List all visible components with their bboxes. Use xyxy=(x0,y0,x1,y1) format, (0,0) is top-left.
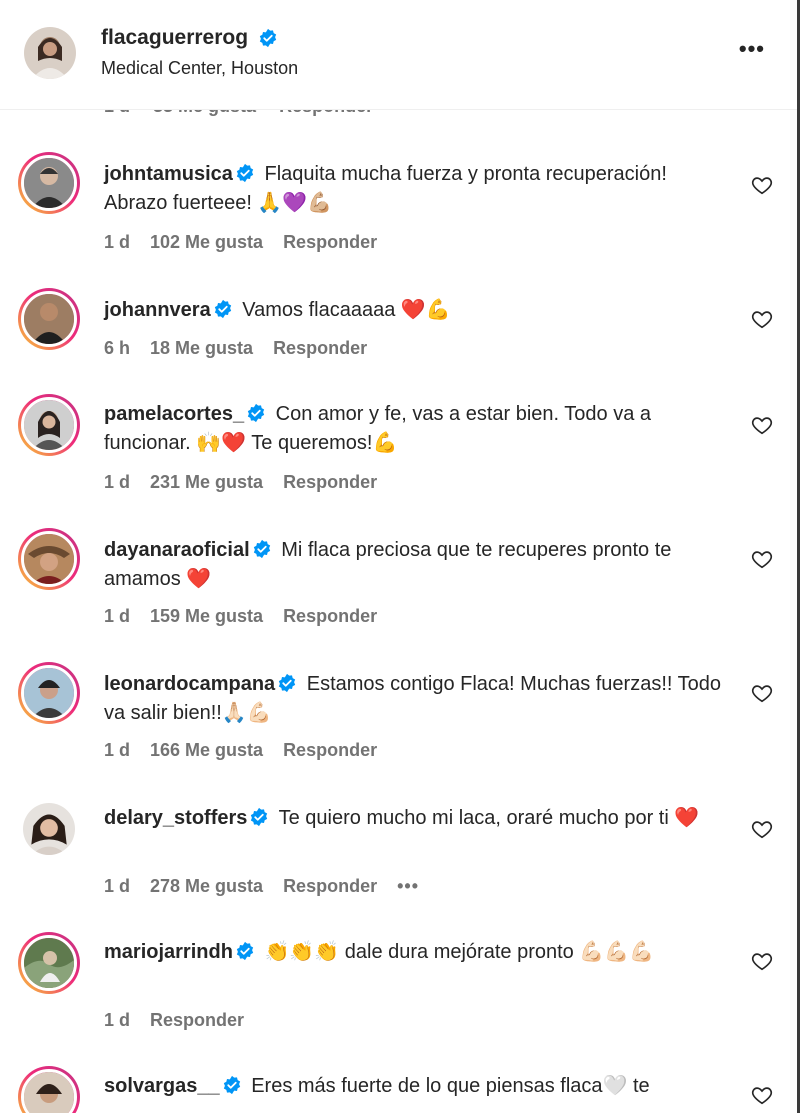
comment-meta: 1 d 159 Me gusta Responder xyxy=(104,606,377,627)
comment-likes[interactable]: 166 Me gusta xyxy=(150,740,263,761)
comment-username[interactable]: mariojarrindh xyxy=(104,941,233,963)
reply-button[interactable]: Responder xyxy=(150,1010,244,1031)
comment-username[interactable]: dayanaraoficial xyxy=(104,539,250,561)
comment-meta: 1 d Responder xyxy=(104,1010,244,1031)
comment-avatar[interactable] xyxy=(18,1066,80,1113)
comment-time[interactable]: 1 d xyxy=(104,232,130,253)
comment-avatar[interactable] xyxy=(18,932,80,994)
author-avatar[interactable] xyxy=(24,27,76,79)
comment-username[interactable]: delary_stoffers xyxy=(104,807,247,829)
verified-badge-icon xyxy=(259,28,277,48)
like-heart-icon[interactable] xyxy=(751,950,773,972)
comment-username[interactable]: solvargas__ xyxy=(104,1075,220,1097)
more-options-button[interactable]: ••• xyxy=(739,36,765,62)
reply-button[interactable]: Responder xyxy=(283,740,377,761)
reply-button[interactable]: Responder xyxy=(273,338,367,359)
reply-button[interactable]: Responder xyxy=(283,606,377,627)
like-heart-icon[interactable] xyxy=(751,1084,773,1106)
comment-likes[interactable]: 18 Me gusta xyxy=(150,338,253,359)
comment-time[interactable]: 1 d xyxy=(104,472,130,493)
comment-likes[interactable]: 278 Me gusta xyxy=(150,876,263,897)
comment-avatar[interactable] xyxy=(18,288,80,350)
reply-button[interactable]: Responder xyxy=(283,472,377,493)
comment-username[interactable]: johannvera xyxy=(104,299,211,321)
comment-meta: 1 d 166 Me gusta Responder xyxy=(104,740,377,761)
comment-time[interactable]: 1 d xyxy=(104,740,130,761)
comment-avatar[interactable] xyxy=(18,394,80,456)
post-header: flacaguerrerog Medical Center, Houston •… xyxy=(0,0,797,110)
verified-badge-icon xyxy=(279,673,296,693)
verified-badge-icon xyxy=(253,539,270,559)
reply-button[interactable]: Responder xyxy=(283,876,377,897)
comment-time[interactable]: 1 d xyxy=(104,606,130,627)
comment-username[interactable]: johntamusica xyxy=(104,163,233,185)
like-heart-icon[interactable] xyxy=(751,308,773,330)
like-heart-icon[interactable] xyxy=(751,682,773,704)
comment-meta: 1 d 102 Me gusta Responder xyxy=(104,232,377,253)
comment-avatar[interactable] xyxy=(18,662,80,724)
post-location[interactable]: Medical Center, Houston xyxy=(101,58,298,79)
comment-username[interactable]: leonardocampana xyxy=(104,673,275,695)
comment-likes[interactable]: 231 Me gusta xyxy=(150,472,263,493)
comment-time[interactable]: 6 h xyxy=(104,338,130,359)
like-heart-icon[interactable] xyxy=(751,174,773,196)
verified-badge-icon xyxy=(236,941,254,961)
comment-avatar[interactable] xyxy=(18,798,80,860)
reply-button[interactable]: Responder xyxy=(283,232,377,253)
comment-avatar[interactable] xyxy=(18,528,80,590)
comment-text: Te quiero mucho mi laca, oraré mucho por… xyxy=(278,807,700,829)
comment-likes[interactable]: 102 Me gusta xyxy=(150,232,263,253)
author-username[interactable]: flacaguerrerog xyxy=(101,26,282,50)
comment-text: 👏👏👏 dale dura mejórate pronto 💪🏻💪🏻💪🏻 xyxy=(264,941,655,963)
verified-badge-icon xyxy=(223,1075,240,1095)
verified-badge-icon xyxy=(247,403,265,423)
comment-username[interactable]: pamelacortes_ xyxy=(104,403,244,425)
like-heart-icon[interactable] xyxy=(751,548,773,570)
comment-meta: 1 d 278 Me gusta Responder ••• xyxy=(104,876,419,897)
comment-meta: 1 d 231 Me gusta Responder xyxy=(104,472,377,493)
verified-badge-icon xyxy=(214,299,231,319)
comment-avatar[interactable] xyxy=(18,152,80,214)
comment-options-button[interactable]: ••• xyxy=(397,876,419,897)
comment-text: Eres más fuerte de lo que piensas flaca🤍… xyxy=(251,1075,650,1097)
comment-time[interactable]: 1 d xyxy=(104,876,130,897)
comment-likes[interactable]: 159 Me gusta xyxy=(150,606,263,627)
like-heart-icon[interactable] xyxy=(751,818,773,840)
verified-badge-icon xyxy=(251,807,268,827)
comment-time[interactable]: 1 d xyxy=(104,1010,130,1031)
comment-meta: 6 h 18 Me gusta Responder xyxy=(104,338,367,359)
verified-badge-icon xyxy=(236,163,254,183)
comment-text: Vamos flacaaaaa ❤️💪 xyxy=(242,299,451,321)
like-heart-icon[interactable] xyxy=(751,414,773,436)
